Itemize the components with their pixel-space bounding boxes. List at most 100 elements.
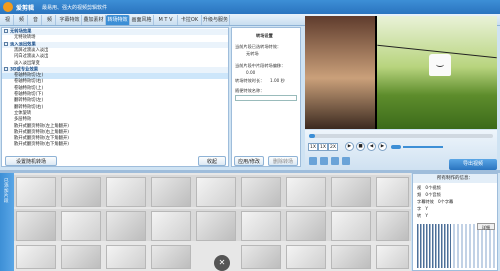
collapse-button[interactable]: 收起: [198, 156, 226, 166]
clip-thumbnail[interactable]: [196, 211, 236, 241]
clip-thumbnail[interactable]: [151, 245, 191, 269]
app-logo-icon: [3, 2, 13, 12]
tree-label: 无特效转场: [14, 35, 36, 41]
clip-thumbnail[interactable]: [331, 211, 371, 241]
clip-thumbnail[interactable]: [286, 177, 326, 207]
clip-thumbnail[interactable]: [241, 211, 281, 241]
clip-thumbnail[interactable]: [331, 245, 371, 269]
volume-icon[interactable]: [391, 145, 401, 149]
tab-audio-1[interactable]: 音: [30, 15, 42, 25]
clip-thumbnail[interactable]: [61, 245, 101, 269]
export-video-button[interactable]: 导出视频: [449, 159, 497, 170]
tree-item[interactable]: 散开式翻页特效(右下角翻开): [2, 142, 228, 148]
tab-transition-effects[interactable]: 转场特效: [106, 15, 130, 25]
volume-slider[interactable]: [403, 146, 443, 148]
tree-label: 淡入淡出渐变: [14, 60, 40, 66]
transition-effects-list: 无转场效果 无特效转场 淡入淡出效果 黑屏过渡淡入淡出 闪白过渡淡入淡出 淡入淡…: [1, 27, 229, 167]
clip-thumbnail[interactable]: [151, 211, 191, 241]
clip-thumbnail[interactable]: [151, 177, 191, 207]
info-row: 频 0个音频: [417, 192, 441, 197]
clip-thumbnail[interactable]: [196, 177, 236, 207]
detail-button[interactable]: 详细: [477, 223, 495, 230]
playback-progress-fill: [309, 134, 315, 138]
clip-thumbnail[interactable]: [241, 245, 281, 269]
rate-2x[interactable]: 2X: [328, 143, 338, 151]
folder-icon[interactable]: [320, 157, 328, 165]
type-label: 当前片段已选转场特效：: [235, 44, 282, 49]
tab-audio-2[interactable]: 频: [44, 15, 56, 25]
tab-mtv[interactable]: M T V: [154, 15, 178, 25]
collapse-label: 收起: [206, 159, 217, 165]
prev-icon[interactable]: ◀: [367, 142, 376, 151]
random-transition-button[interactable]: 设置随机转场: [5, 156, 57, 166]
clip-timeline: ✕: [14, 173, 411, 271]
app-subtitle: 最易用、强大的视频剪辑软件: [42, 5, 108, 11]
clip-thumbnail[interactable]: [286, 211, 326, 241]
clip-thumbnail[interactable]: [16, 177, 56, 207]
collapse-icon[interactable]: [4, 66, 8, 71]
clip-thumbnail[interactable]: [241, 177, 281, 207]
rate-1x-a[interactable]: 1X: [308, 143, 318, 151]
random-name-input[interactable]: [235, 95, 297, 101]
rate-1x-b[interactable]: 1X: [318, 143, 328, 151]
clip-thumbnail[interactable]: [16, 245, 56, 269]
tab-video-2[interactable]: 频: [16, 15, 28, 25]
settings-header: 转场设置: [256, 33, 273, 38]
preview-left-image: [305, 16, 375, 129]
tab-overlay-material[interactable]: 叠加素材: [82, 15, 106, 25]
tree-label: 卷轴特效切(左): [14, 73, 44, 79]
tree-label: 翻转特效切(左): [14, 98, 44, 104]
tree-label: 多层特效: [14, 117, 32, 123]
tree-label: 卷轴特效切(上): [14, 85, 44, 91]
collapse-icon[interactable]: [4, 41, 8, 46]
snapshot-icon[interactable]: [309, 157, 317, 165]
clip-thumbnail[interactable]: [286, 245, 326, 269]
tab-subtitle-effects[interactable]: 字幕特效: [58, 15, 82, 25]
tools-icon[interactable]: ✕: [214, 255, 230, 271]
duration-label: 转场特效时长：: [235, 78, 265, 83]
clip-thumbnail[interactable]: [106, 177, 146, 207]
clip-thumbnail[interactable]: [61, 211, 101, 241]
clip-thumbnail[interactable]: [61, 177, 101, 207]
tree-label: 无转场效果: [10, 29, 32, 35]
info-title: 所有制作的信息：: [413, 174, 497, 183]
tree-label: 散开式翻页特效(左上角翻开): [14, 123, 69, 129]
added-clips-side-tab[interactable]: 已添加片段: [0, 173, 14, 271]
app-title: 爱剪辑: [16, 5, 35, 12]
preview-right-image: [377, 16, 497, 129]
collapse-icon[interactable]: [4, 29, 8, 33]
clip-thumbnail[interactable]: [331, 177, 371, 207]
clip-thumbnail[interactable]: [376, 245, 409, 269]
tab-video-1[interactable]: 视: [2, 15, 14, 25]
duration-value: 1.00 秒: [270, 78, 285, 83]
title-bar: 爱剪辑 最易用、强大的视频剪辑软件: [0, 0, 500, 14]
tree-label: 淡入淡出效果: [10, 42, 36, 48]
tree-label: 闪白过渡淡入淡出: [14, 54, 49, 60]
info-graph-dark: [417, 224, 451, 268]
side-tab-label: 已添加片段: [4, 179, 9, 204]
offset-value: 0.00: [246, 70, 256, 75]
project-info-panel: 所有制作的信息： 视 0个视频 频 0个音频 字幕特效 0个字幕 字 Y 转 Y…: [412, 173, 498, 271]
clip-thumbnail[interactable]: [106, 211, 146, 241]
stop-icon[interactable]: ■: [356, 142, 365, 151]
settings-icon[interactable]: [342, 157, 350, 165]
clip-thumbnail[interactable]: [106, 245, 146, 269]
playback-progress[interactable]: [309, 134, 493, 138]
fullscreen-icon[interactable]: [331, 157, 339, 165]
tab-picture-style[interactable]: 画面风格: [130, 15, 154, 25]
tree-label: 翻转特效切(右): [14, 104, 44, 110]
export-label: 导出视频: [462, 161, 483, 167]
clip-thumbnail[interactable]: [376, 177, 409, 207]
apply-button[interactable]: 应用/修改: [234, 156, 264, 166]
clip-thumbnail[interactable]: [16, 211, 56, 241]
tab-upgrade-service[interactable]: 升级与服务: [202, 15, 230, 25]
play-icon[interactable]: ▶: [345, 142, 354, 151]
tree-label: 卷轴特效切(右): [14, 79, 44, 85]
next-icon[interactable]: ▶: [378, 142, 387, 151]
tab-karaoke[interactable]: 卡拉OK: [178, 15, 202, 25]
tree-label: 散开式翻页特效(右下角翻开): [14, 142, 69, 148]
clip-thumbnail[interactable]: [376, 211, 409, 241]
delete-transition-button[interactable]: 删除转场: [268, 156, 298, 166]
info-row: 视 0个视频: [417, 185, 441, 190]
offset-label: 当前片段中片段转场偏移：: [235, 63, 286, 68]
